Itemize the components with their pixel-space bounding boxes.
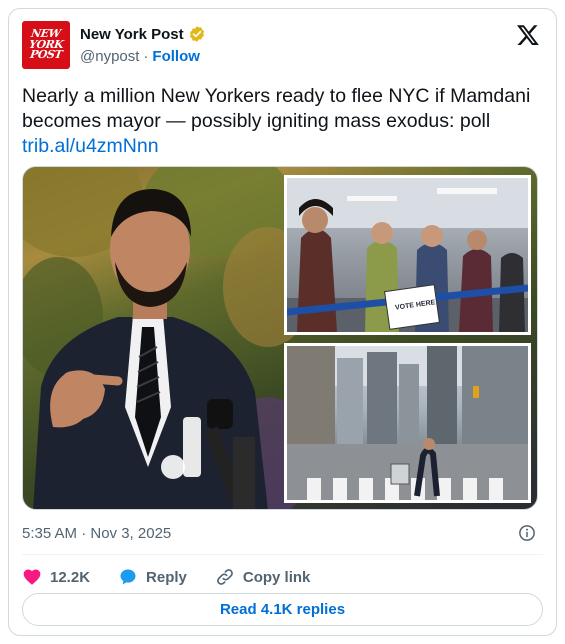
account-name-row: New York Post: [80, 25, 206, 43]
reply-label: Reply: [146, 568, 187, 586]
avatar-line-3: POST: [29, 48, 63, 62]
account-name[interactable]: New York Post: [80, 26, 184, 43]
tweet-media[interactable]: VOTE HERE: [22, 166, 538, 510]
reply-button[interactable]: Reply: [118, 567, 187, 587]
copy-link-button[interactable]: Copy link: [215, 567, 311, 587]
tweet-card: NEW YORK POST New York Post @nypost · Fo…: [8, 8, 557, 636]
info-icon[interactable]: [518, 524, 536, 542]
link-icon: [217, 569, 233, 585]
account-handle[interactable]: @nypost: [80, 48, 139, 65]
follow-button[interactable]: Follow: [152, 48, 200, 65]
verified-badge-icon: [189, 26, 204, 42]
tweet-text: Nearly a million New Yorkers ready to fl…: [22, 84, 542, 159]
tweet-body: Nearly a million New Yorkers ready to fl…: [22, 85, 531, 132]
x-logo-icon[interactable]: [516, 23, 540, 47]
reply-bubble-icon: [120, 569, 136, 585]
tweet-timestamp[interactable]: 5:35 AM · Nov 3, 2025: [22, 525, 171, 542]
avatar[interactable]: NEW YORK POST: [22, 21, 70, 69]
divider: [22, 554, 543, 555]
copy-link-label: Copy link: [242, 568, 311, 586]
empty-street-photo: [284, 343, 531, 503]
like-count: 12.2K: [50, 568, 91, 586]
separator-dot: ·: [143, 48, 149, 65]
speaker-photo: [33, 189, 268, 509]
action-bar: 12.2K Reply Copy link: [22, 565, 338, 589]
voters-line-photo: VOTE HERE: [284, 175, 531, 335]
handle-row: @nypost · Follow: [80, 48, 200, 65]
heart-icon: [23, 569, 41, 585]
tweet-link[interactable]: trib.al/u4zmNnn: [22, 134, 542, 159]
read-replies-button[interactable]: Read 4.1K replies: [22, 593, 543, 626]
like-button[interactable]: 12.2K: [22, 567, 90, 587]
